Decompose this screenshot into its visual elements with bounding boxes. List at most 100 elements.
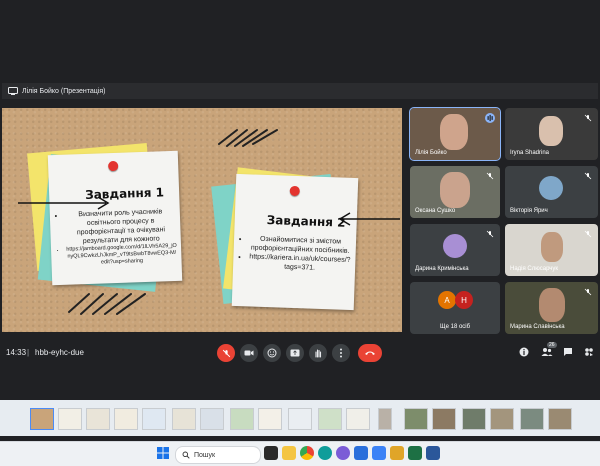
- mic-off-icon: [584, 288, 592, 296]
- participant-tile-viktoriia[interactable]: Вікторія Ярич: [505, 166, 598, 218]
- window-thumbnail[interactable]: [142, 408, 166, 430]
- window-thumbnail[interactable]: [490, 408, 514, 430]
- participant-video: [440, 114, 468, 150]
- more-participants-label: Ще 18 осіб: [440, 324, 471, 330]
- camera-toggle-button[interactable]: [240, 344, 258, 362]
- participant-avatar: [539, 176, 563, 200]
- participant-avatar-n: Н: [455, 291, 473, 309]
- note1-text: Визначити роль учасників освітнього проц…: [56, 207, 178, 268]
- more-options-button[interactable]: [332, 344, 350, 362]
- window-thumbnail[interactable]: [172, 408, 196, 430]
- windows-start-icon[interactable]: [156, 446, 170, 460]
- squiggle-decoration-top: [218, 129, 278, 147]
- window-thumbnail[interactable]: [258, 408, 282, 430]
- note1-paper: Завдання 1 Визначити роль учасників осві…: [47, 150, 183, 286]
- participant-name: Оксана Сушко: [415, 208, 456, 214]
- note2-bullet-link: https://kariera.in.ua/uk/courses/?tags=3…: [248, 252, 352, 274]
- presenter-bar[interactable]: Лілія Бойко (Презентація): [2, 83, 598, 99]
- participant-tile-nadiia[interactable]: Надія Слюсарчук: [505, 224, 598, 276]
- mic-toggle-button[interactable]: [217, 344, 235, 362]
- search-icon: [182, 451, 190, 459]
- people-icon: [541, 348, 553, 356]
- participant-name: Вікторія Ярич: [510, 208, 548, 214]
- present-screen-icon: [290, 349, 300, 357]
- file-explorer-icon[interactable]: [282, 446, 296, 460]
- mic-off-icon: [486, 230, 494, 238]
- word-icon[interactable]: [426, 446, 440, 460]
- excel-icon[interactable]: [408, 446, 422, 460]
- mic-off-icon: [584, 114, 592, 122]
- participant-video: [539, 288, 565, 322]
- participant-tile-maryna[interactable]: Марина Славінська: [505, 282, 598, 334]
- window-thumbnail[interactable]: [378, 408, 392, 430]
- participant-tile-liliia[interactable]: Лілія Бойко: [409, 107, 501, 161]
- window-thumbnail-strip: [0, 400, 600, 436]
- activities-icon: [585, 348, 593, 356]
- taskbar-search-box[interactable]: Пошук: [175, 446, 261, 464]
- participant-name: Дарина Кримінська: [415, 266, 469, 272]
- window-thumbnail[interactable]: [432, 408, 456, 430]
- folder-icon[interactable]: [390, 446, 404, 460]
- participant-video: [541, 232, 563, 262]
- window-thumbnail[interactable]: [230, 408, 254, 430]
- window-thumbnail[interactable]: [318, 408, 342, 430]
- participant-video: [539, 116, 563, 146]
- meeting-code: hbb-eyhc-due: [35, 348, 84, 357]
- viber-icon[interactable]: [336, 446, 350, 460]
- window-thumbnail[interactable]: [200, 408, 224, 430]
- more-vertical-icon: [340, 348, 342, 358]
- note2-paper: Завдання 2 Ознайомитися зі змістом профо…: [231, 173, 359, 311]
- window-thumbnail[interactable]: [462, 408, 486, 430]
- participant-tile-more[interactable]: А Н Ще 18 осіб: [410, 282, 500, 334]
- edge-icon[interactable]: [318, 446, 332, 460]
- note2-text: Ознайомитися зі змістом профорієнтаційни…: [239, 234, 352, 274]
- activities-button[interactable]: [583, 346, 595, 358]
- presentation-slide: Завдання 1 Визначити роль учасників осві…: [2, 108, 402, 332]
- participant-name: Марина Славінська: [510, 324, 565, 330]
- people-count-badge: 26: [547, 342, 557, 348]
- note1-pin: [108, 160, 119, 172]
- note2-title: Завдання 2: [266, 213, 346, 230]
- window-thumbnail[interactable]: [58, 408, 82, 430]
- mic-off-icon: [584, 230, 592, 238]
- window-thumbnail[interactable]: [86, 408, 110, 430]
- participant-tile-daryna[interactable]: Дарина Кримінська: [410, 224, 500, 276]
- window-thumbnail[interactable]: [520, 408, 544, 430]
- participant-avatar-a: А: [438, 291, 456, 309]
- search-placeholder: Пошук: [194, 451, 216, 459]
- note1-bullet-main: Визначити роль учасників освітнього проц…: [65, 207, 177, 247]
- people-button[interactable]: 26: [541, 342, 557, 358]
- participant-tile-iryna[interactable]: Iryna Shadrina: [505, 108, 598, 160]
- squiggle-decoration-bottom: [68, 293, 146, 315]
- time-separator: |: [27, 348, 30, 357]
- window-thumbnail[interactable]: [30, 408, 54, 430]
- participant-video: [440, 172, 470, 208]
- presenter-label: Лілія Бойко (Презентація): [22, 87, 106, 95]
- presentation-icon: [8, 87, 18, 95]
- meeting-time: 14:33: [6, 348, 27, 357]
- chat-button[interactable]: [562, 346, 574, 358]
- store-icon[interactable]: [372, 446, 386, 460]
- task-view-icon[interactable]: [264, 446, 278, 460]
- window-thumbnail[interactable]: [114, 408, 138, 430]
- note2-arrow: [338, 212, 400, 226]
- window-thumbnail[interactable]: [404, 408, 428, 430]
- chrome-icon[interactable]: [300, 446, 314, 460]
- hang-up-icon: [365, 351, 375, 355]
- window-thumbnail[interactable]: [346, 408, 370, 430]
- window-thumbnail[interactable]: [288, 408, 312, 430]
- participant-tile-oksana[interactable]: Оксана Сушко: [410, 166, 500, 218]
- participant-name: Надія Слюсарчук: [510, 266, 559, 272]
- end-call-button[interactable]: [358, 344, 382, 362]
- windows-taskbar: Пошук: [0, 441, 600, 466]
- raise-hand-button[interactable]: [309, 344, 327, 362]
- note2-pin: [289, 185, 300, 197]
- window-thumbnail[interactable]: [548, 408, 572, 430]
- info-button[interactable]: [518, 346, 530, 358]
- mail-icon[interactable]: [354, 446, 368, 460]
- emoji-button[interactable]: [263, 344, 281, 362]
- participant-avatar: [443, 234, 467, 258]
- present-screen-button[interactable]: [286, 344, 304, 362]
- note1-arrow: [18, 196, 110, 210]
- meeting-controls-bar: 14:33 | hbb-eyhc-due 26: [0, 340, 600, 366]
